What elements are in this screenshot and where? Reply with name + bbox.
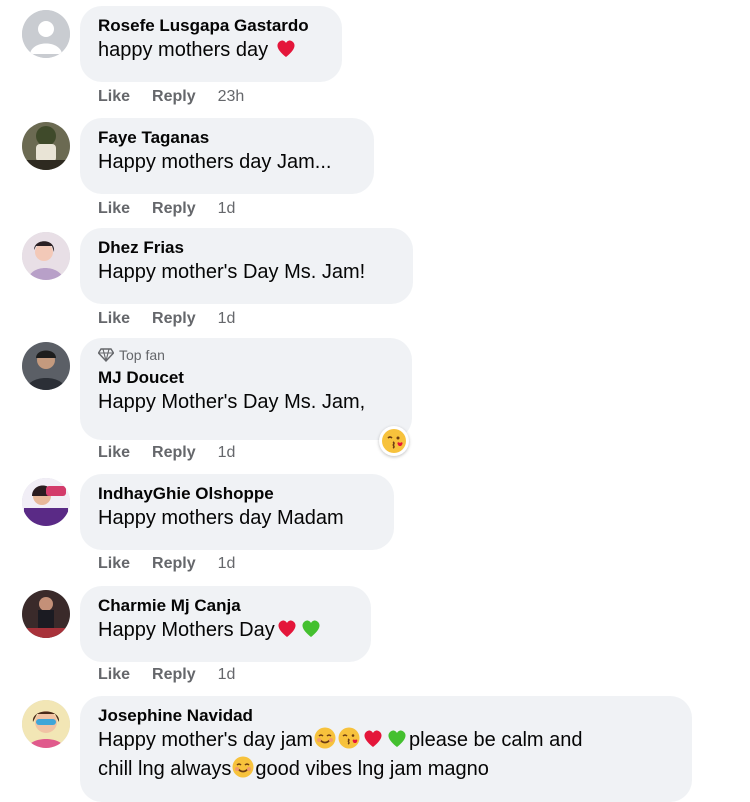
comment-bubble: Top fan MJ Doucet Happy Mother's Day Ms.… [80, 338, 412, 440]
comment-actions: Like Reply 23h [98, 88, 266, 106]
timestamp[interactable]: 1d [218, 666, 236, 684]
reply-button[interactable]: Reply [152, 555, 196, 573]
green-heart-icon [302, 620, 320, 637]
comment-actions: Like Reply 1d [98, 310, 257, 328]
smiling-face-icon [314, 727, 336, 749]
comment-text: Happy mother's day jam please be calm and… [98, 726, 674, 784]
timestamp[interactable]: 1d [218, 310, 236, 328]
comment-bubble: Charmie Mj Canja Happy Mothers Day [80, 586, 371, 662]
top-fan-badge: Top fan [98, 346, 394, 364]
comment-text: happy mothers day [98, 36, 324, 65]
comment-actions: Like Reply 1d [98, 555, 257, 573]
kiss-face-icon [338, 727, 360, 749]
comment-bubble: Dhez Frias Happy mother's Day Ms. Jam! [80, 228, 413, 304]
commenter-name[interactable]: Rosefe Lusgapa Gastardo [98, 15, 324, 36]
comment-text: Happy mothers day Jam... [98, 151, 332, 173]
comment-text: Happy Mothers Day [98, 616, 353, 645]
diamond-icon [98, 348, 114, 362]
commenter-name[interactable]: Charmie Mj Canja [98, 595, 353, 616]
green-heart-icon [388, 730, 406, 747]
avatar[interactable] [22, 122, 70, 170]
kiss-face-icon [382, 429, 406, 453]
timestamp[interactable]: 23h [218, 88, 245, 106]
commenter-name[interactable]: Dhez Frias [98, 237, 395, 258]
comment-bubble: Faye Taganas Happy mothers day Jam... [80, 118, 374, 194]
heart-icon [364, 730, 382, 747]
timestamp[interactable]: 1d [218, 555, 236, 573]
comment-bubble: Josephine Navidad Happy mother's day jam… [80, 696, 692, 802]
like-button[interactable]: Like [98, 88, 130, 106]
comment-text: Happy mothers day Madam [98, 507, 344, 529]
comment-actions: Like Reply 1d [98, 666, 257, 684]
heart-icon [278, 620, 296, 637]
commenter-name[interactable]: Josephine Navidad [98, 705, 674, 726]
comment-text: Happy mother's Day Ms. Jam! [98, 261, 366, 283]
commenter-name[interactable]: MJ Doucet [98, 367, 394, 388]
like-button[interactable]: Like [98, 555, 130, 573]
commenter-name[interactable]: IndhayGhie Olshoppe [98, 483, 376, 504]
timestamp[interactable]: 1d [218, 200, 236, 218]
reply-button[interactable]: Reply [152, 666, 196, 684]
avatar[interactable] [22, 232, 70, 280]
avatar[interactable] [22, 342, 70, 390]
heart-icon [277, 40, 295, 57]
default-avatar-icon[interactable] [22, 10, 70, 58]
timestamp[interactable]: 1d [218, 444, 236, 462]
reaction-badge[interactable] [379, 426, 409, 456]
comment-text: Happy Mother's Day Ms. Jam, [98, 391, 366, 413]
comment-bubble: Rosefe Lusgapa Gastardo happy mothers da… [80, 6, 342, 82]
like-button[interactable]: Like [98, 444, 130, 462]
comment-bubble: IndhayGhie Olshoppe Happy mothers day Ma… [80, 474, 394, 550]
like-button[interactable]: Like [98, 666, 130, 684]
comment-actions: Like Reply 1d [98, 444, 257, 462]
like-button[interactable]: Like [98, 200, 130, 218]
like-button[interactable]: Like [98, 310, 130, 328]
commenter-name[interactable]: Faye Taganas [98, 127, 356, 148]
reply-button[interactable]: Reply [152, 88, 196, 106]
avatar[interactable] [22, 700, 70, 748]
avatar[interactable] [22, 590, 70, 638]
reply-button[interactable]: Reply [152, 200, 196, 218]
smiling-face-icon [232, 756, 254, 778]
comment-actions: Like Reply 1d [98, 200, 257, 218]
reply-button[interactable]: Reply [152, 310, 196, 328]
reply-button[interactable]: Reply [152, 444, 196, 462]
avatar[interactable] [22, 478, 70, 526]
